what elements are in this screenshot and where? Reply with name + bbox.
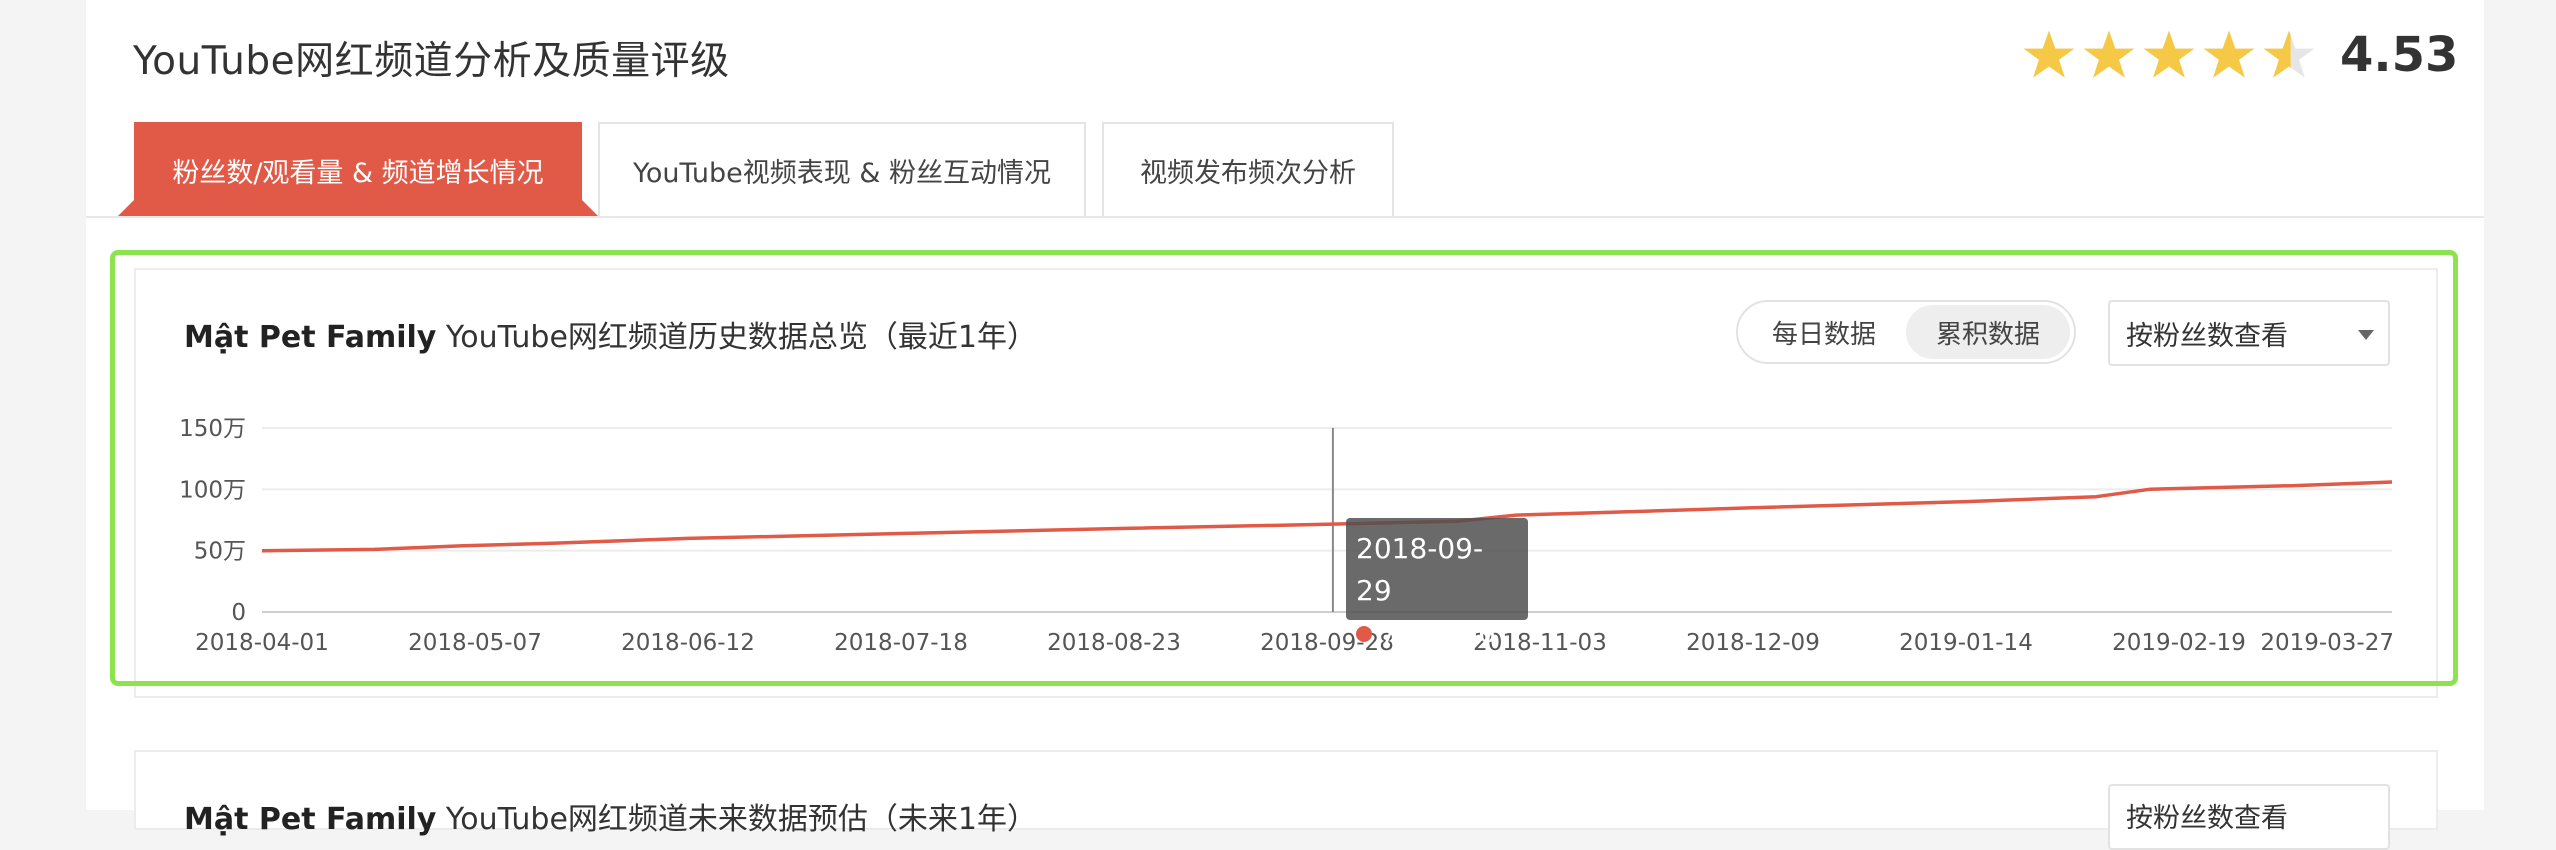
y-tick-label: 0 [231,600,246,626]
x-tick-label: 2018-04-01 [195,630,329,656]
y-tick-label: 50万 [194,539,246,565]
tooltip-row: 715,006 [1356,612,1518,654]
x-tick-label: 2018-06-12 [621,630,755,656]
y-tick-label: 100万 [179,477,246,503]
x-tick-label: 2018-05-07 [408,630,542,656]
forecast-channel-name: Mật Pet Family [184,802,437,837]
tooltip-date: 2018-09-29 [1356,532,1484,607]
forecast-title-suffix: YouTube网红频道未来数据预估（未来1年） [436,802,1037,837]
x-tick-label: 2018-12-09 [1686,630,1820,656]
subscriber-line [261,480,2393,553]
x-tick-label: 2019-01-14 [1899,630,2033,656]
forecast-card-title: Mật Pet Family YouTube网红频道未来数据预估（未来1年） [184,794,1037,838]
forecast-view-by-select[interactable]: 按粉丝数查看 [2108,784,2390,850]
series-dot-icon [1356,626,1372,642]
tooltip-value: 715,006 [1380,616,1496,649]
x-tick-label: 2018-08-23 [1047,630,1181,656]
x-tick-label: 2018-07-18 [834,630,968,656]
chart-tooltip: 2018-09-29 715,006 [1346,518,1528,649]
forecast-select-value: 按粉丝数查看 [2126,803,2288,834]
subscriber-history-chart[interactable]: 0 50万 100万 150万 2018-04-01 2018-05-07 2018-06-… [0,0,2556,810]
x-tick-label: 2019-03-27 [2260,630,2394,656]
y-tick-label: 150万 [179,416,246,442]
x-tick-label: 2019-02-19 [2112,630,2246,656]
